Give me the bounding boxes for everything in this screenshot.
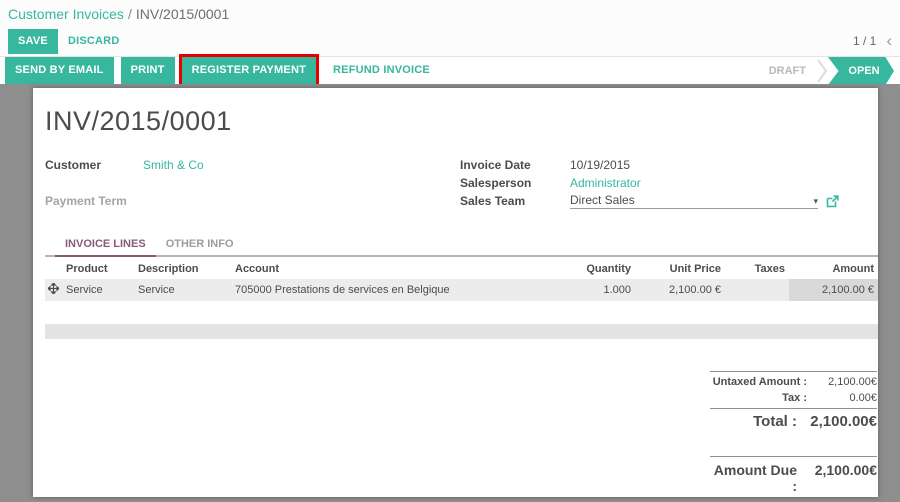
notebook: INVOICE LINES OTHER INFO Product Descrip… [45,233,878,339]
tax-label: Tax : [782,392,807,404]
pager: 1 / 1 ‹ [852,32,892,49]
cell-quantity[interactable]: 1.000 [557,279,635,301]
salesperson-field-row: Salesperson Administrator [460,174,860,192]
customer-value-link[interactable]: Smith & Co [143,158,204,172]
status-open-badge: OPEN [828,57,894,85]
chevron-down-icon[interactable]: ▾ [813,196,818,207]
untaxed-amount-label: Untaxed Amount : [712,376,807,388]
top-bar: Customer Invoices / INV/2015/0001 SAVE DIS… [0,0,900,56]
pager-previous-icon[interactable]: ‹ [886,32,892,49]
totals-block: Untaxed Amount : 2,100.00€ Tax : 0.00€ T… [710,371,877,496]
invoice-title: INV/2015/0001 [45,106,232,136]
description-column-header: Description [138,263,199,275]
tax-value: 0.00€ [849,392,877,404]
tab-other-info[interactable]: OTHER INFO [156,233,244,257]
amount-due-value: 2,100.00€ [814,462,877,478]
invoice-form-sheet: INV/2015/0001 Customer Smith & Co Paymen… [33,88,878,497]
amount-column-header: Amount [832,263,874,275]
untaxed-amount-row: Untaxed Amount : 2,100.00€ [710,371,877,390]
empty-list-row[interactable] [45,324,878,339]
discard-button[interactable]: DISCARD [58,29,130,54]
amount-due-row: Amount Due : 2,100.00€ [710,456,877,496]
sales-team-label: Sales Team [460,194,526,208]
salesperson-label: Salesperson [460,176,532,190]
refund-invoice-button[interactable]: REFUND INVOICE [323,57,440,84]
save-button[interactable]: SAVE [8,28,58,54]
spacer-row [45,174,460,192]
form-actions-row: SAVE DISCARD 1 / 1 ‹ [8,28,892,54]
status-draft[interactable]: DRAFT [755,57,816,85]
salesperson-value-link[interactable]: Administrator [570,176,641,190]
sales-team-field-row: Sales Team Direct Sales ▾ [460,192,860,210]
sales-team-input[interactable]: Direct Sales ▾ [570,193,818,209]
tax-row: Tax : 0.00€ [710,390,877,406]
table-row[interactable]: Service Service 705000 Prestations de se… [45,279,878,301]
total-row: Total : 2,100.00€ [710,408,877,432]
external-link-icon[interactable] [826,194,839,208]
total-label: Total : [753,413,797,430]
product-column-header: Product [66,263,108,275]
status-open-label: OPEN [848,65,880,77]
sales-team-value: Direct Sales [570,193,635,207]
breadcrumb: Customer Invoices / INV/2015/0001 [8,4,892,28]
breadcrumb-separator: / [127,6,132,22]
statusbar: DRAFT OPEN [755,57,900,85]
cell-product[interactable]: Service [62,279,134,301]
action-toolbar: SEND BY EMAIL PRINT REGISTER PAYMENT REF… [0,54,900,87]
cell-unit-price[interactable]: 2,100.00 € [635,279,725,301]
untaxed-amount-value: 2,100.00€ [828,376,877,388]
taxes-column-header: Taxes [754,263,785,275]
cell-account[interactable]: 705000 Prestations de services en Belgiq… [231,279,557,301]
register-payment-button[interactable]: REGISTER PAYMENT [178,54,320,87]
amount-due-label: Amount Due : [713,462,797,494]
customer-label: Customer [45,158,102,172]
breadcrumb-parent-link[interactable]: Customer Invoices [8,6,124,22]
account-column-header: Account [235,263,279,275]
cell-taxes[interactable] [725,279,789,301]
invoice-fields: Customer Smith & Co Payment Term Invoice… [45,156,878,210]
tab-invoice-lines[interactable]: INVOICE LINES [55,233,156,257]
content-background: INV/2015/0001 Customer Smith & Co Paymen… [0,84,900,502]
status-separator-chevron-icon [816,57,828,85]
payment-term-field-row: Payment Term [45,192,460,210]
breadcrumb-current: INV/2015/0001 [135,6,230,22]
sales-team-widget: Direct Sales ▾ [570,193,860,209]
total-value: 2,100.00€ [810,413,877,430]
quantity-column-header: Quantity [586,263,631,275]
send-by-email-button[interactable]: SEND BY EMAIL [5,57,114,84]
invoice-date-value: 10/19/2015 [570,158,631,172]
handle-column-header [45,258,62,279]
fields-left-column: Customer Smith & Co Payment Term [45,156,460,210]
customer-field-row: Customer Smith & Co [45,156,460,174]
print-button[interactable]: PRINT [120,57,175,84]
drag-handle-icon[interactable] [45,279,62,301]
pager-value: 1 / 1 [852,34,877,48]
table-header-row: Product Description Account Quantity Uni… [45,258,878,279]
fields-right-column: Invoice Date 10/19/2015 Salesperson Admi… [460,156,860,210]
invoice-date-label: Invoice Date [460,158,531,172]
notebook-tabs: INVOICE LINES OTHER INFO [45,233,878,257]
invoice-lines-table: Product Description Account Quantity Uni… [45,258,878,301]
unit-price-column-header: Unit Price [669,263,721,275]
cell-description[interactable]: Service [134,279,231,301]
invoice-date-field-row: Invoice Date 10/19/2015 [460,156,860,174]
cell-amount: 2,100.00 € [789,279,878,301]
payment-term-label: Payment Term [45,194,127,208]
